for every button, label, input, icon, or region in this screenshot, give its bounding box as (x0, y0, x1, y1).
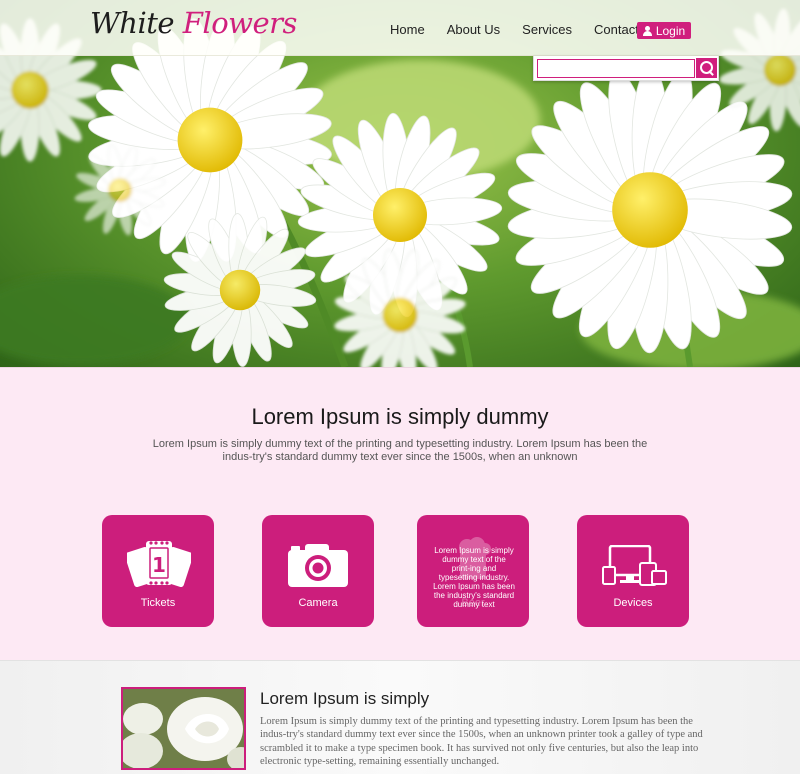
devices-icon (602, 545, 667, 586)
search-button[interactable] (696, 58, 717, 78)
article-text: Lorem Ipsum is simply dummy text of the … (260, 716, 703, 767)
page: White Flowers Home About Us Services Con… (0, 0, 800, 774)
features-section: Lorem Ipsum is simply dummy Lorem Ipsum … (0, 367, 800, 660)
feature-label-beer: Beer (461, 597, 485, 609)
logo[interactable]: White Flowers (90, 6, 297, 46)
article-section: Lorem Ipsum is simply Lorem Ipsum is sim… (0, 660, 800, 774)
site-header: White Flowers Home About Us Services Con… (0, 0, 800, 56)
nav-about-us[interactable]: About Us (447, 22, 500, 37)
search-input[interactable] (537, 59, 695, 78)
nav-contact[interactable]: Contact (594, 22, 639, 37)
white-roses-image (123, 689, 244, 768)
intro-text: Lorem Ipsum is simply dummy text of the … (152, 438, 648, 463)
feature-card-devices[interactable]: Devices (577, 515, 689, 627)
feature-card-camera[interactable]: Camera (262, 515, 374, 627)
feature-label-devices: Devices (613, 597, 653, 609)
login-label: Login (655, 23, 686, 38)
article-title: Lorem Ipsum is simply (260, 689, 430, 708)
feature-card-beer[interactable]: Lorem Ipsum is simply dummy text of the … (417, 515, 529, 627)
feature-label-camera: Camera (298, 597, 338, 609)
nav-home[interactable]: Home (390, 22, 425, 37)
feature-card-tickets[interactable]: 1 Tickets (102, 515, 214, 627)
feature-label-tickets: Tickets (140, 597, 176, 609)
user-icon (642, 25, 652, 36)
logo-word-flowers: Flowers (182, 6, 298, 40)
main-nav: Home About Us Services Contact (390, 22, 661, 37)
camera-icon (288, 544, 348, 587)
search-box (533, 56, 719, 81)
tickets-icon: 1 (127, 541, 191, 588)
nav-services[interactable]: Services (522, 22, 572, 37)
roses-thumbnail[interactable] (121, 687, 246, 770)
login-button[interactable]: Login (637, 22, 691, 39)
logo-word-white: White (90, 6, 175, 40)
svg-text:1: 1 (152, 553, 166, 577)
intro-title: Lorem Ipsum is simply dummy (251, 404, 549, 429)
